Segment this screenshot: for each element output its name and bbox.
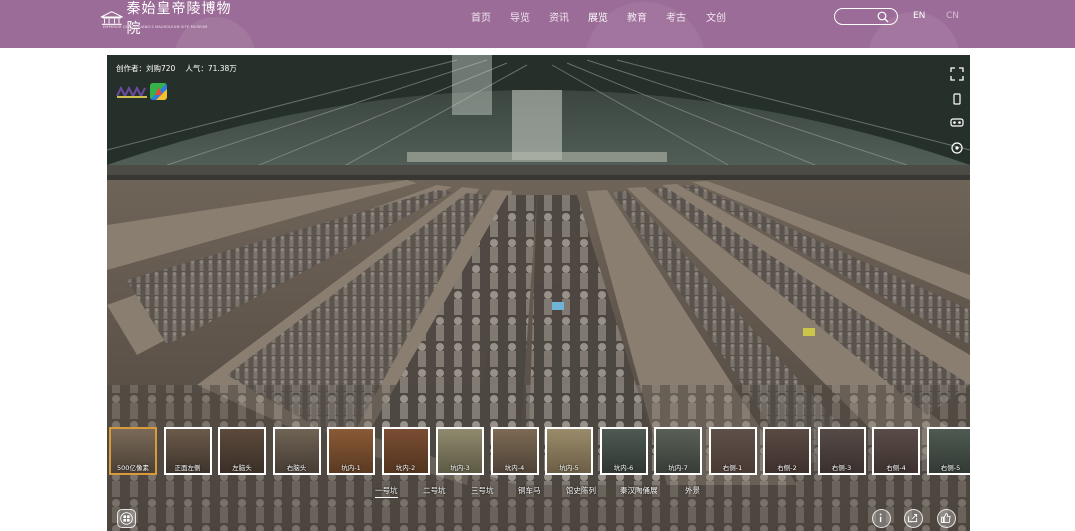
creator-label: 创作者：刘购720 <box>116 64 176 73</box>
nav-exhibition[interactable]: 展览 <box>588 9 608 24</box>
scene-thumbnail-label: 500亿像素 <box>117 464 149 472</box>
scene-thumbnail[interactable]: 坑内-3 <box>436 427 484 475</box>
fullscreen-icon[interactable] <box>950 67 964 81</box>
lang-cn-button[interactable]: CN <box>946 11 959 21</box>
scene-thumbnail-label: 右侧-5 <box>940 464 961 472</box>
scene-thumbnail[interactable]: 正面左侧 <box>163 427 212 475</box>
scene-thumbnail-label: 坑内-1 <box>341 464 361 472</box>
lang-en-button[interactable]: EN <box>913 11 925 21</box>
vr-mode-icon[interactable] <box>950 115 964 129</box>
logo-title: 秦始皇帝陵博物院 <box>126 1 232 37</box>
scene-thumbnail[interactable]: 右侧-3 <box>817 427 866 475</box>
scene-thumbnail-label: 右侧-4 <box>886 464 906 472</box>
scene-thumbnail[interactable]: 右侧-5 <box>926 427 970 475</box>
scene-thumbnail-label: 右侧-3 <box>831 464 852 472</box>
scene-thumbnail[interactable]: 右侧-1 <box>708 427 757 475</box>
scene-list-button[interactable] <box>117 509 136 528</box>
scene-group-tabs: 一号坑 二号坑 三号坑 铜车马 馆史陈列 秦汉陶俑展 外景 <box>107 485 970 499</box>
scene-thumbnail-label: 坑内-7 <box>668 464 688 472</box>
group-tab-bronze-chariots[interactable]: 铜车马 <box>518 485 541 496</box>
group-tab-qin-han-figurines[interactable]: 秦汉陶俑展 <box>620 485 658 496</box>
scene-thumbnail[interactable]: 坑内-6 <box>599 427 648 475</box>
search-icon[interactable] <box>877 11 889 23</box>
group-tab-pit-2[interactable]: 二号坑 <box>423 485 446 496</box>
share-button[interactable] <box>904 509 923 528</box>
panorama-viewer[interactable]: 创作者：刘购720 人气：71.38万 500亿像素 正面左侧 左脑头 右脑头 坑内-1 坑… <box>107 55 970 531</box>
map-app-icon[interactable] <box>150 83 167 100</box>
scene-thumbnail[interactable]: 坑内-2 <box>381 427 430 475</box>
scene-thumbnail[interactable]: 左脑头 <box>218 427 266 475</box>
scene-thumbnail[interactable]: 右侧-2 <box>763 427 811 475</box>
creator-info: 创作者：刘购720 人气：71.38万 <box>116 63 237 74</box>
scene-thumbnail[interactable]: 500亿像素 <box>109 427 157 475</box>
scene-thumbnail-label: 正面左侧 <box>174 464 201 472</box>
scene-thumbnail-label: 坑内-3 <box>450 464 470 472</box>
scene-thumbnail-label: 坑内-4 <box>504 464 525 472</box>
scene-thumbnail[interactable]: 坑内-4 <box>490 427 539 475</box>
scene-thumbnail-label: 左脑头 <box>232 464 252 472</box>
nav-creative[interactable]: 文创 <box>706 9 726 24</box>
gyroscope-icon[interactable] <box>950 92 964 106</box>
brand-logo-icon[interactable] <box>115 85 149 99</box>
scene-thumbnail-strip: 500亿像素 正面左侧 左脑头 右脑头 坑内-1 坑内-2 坑内-3 坑内-4 坑内-5 坑内-6… <box>109 427 970 477</box>
info-icon <box>879 513 882 523</box>
location-icon[interactable] <box>950 141 964 155</box>
search-input[interactable] <box>834 8 898 25</box>
nav-archaeology[interactable]: 考古 <box>666 9 686 24</box>
scene-thumbnail-label: 坑内-6 <box>613 464 634 472</box>
nav-education[interactable]: 教育 <box>627 9 647 24</box>
scene-thumbnail-label: 右侧-1 <box>722 464 743 472</box>
scene-thumbnail-label: 坑内-2 <box>395 464 416 472</box>
group-tab-exterior[interactable]: 外景 <box>685 485 700 496</box>
thumbs-up-icon <box>941 513 951 523</box>
logo-subtitle: EMPEROR QINSHIHUANG'S MAUSOLEUM SITE MUS… <box>103 25 208 29</box>
scene-thumbnail-label: 右脑头 <box>286 464 307 472</box>
info-button[interactable] <box>872 509 891 528</box>
scene-thumbnail[interactable]: 坑内-7 <box>654 427 702 475</box>
nav-news[interactable]: 资讯 <box>549 9 569 24</box>
scene-thumbnail-label: 坑内-5 <box>559 464 579 472</box>
site-header: 秦始皇帝陵博物院 EMPEROR QINSHIHUANG'S MAUSOLEUM… <box>0 0 1075 48</box>
like-button[interactable] <box>937 509 956 528</box>
scene-thumbnail[interactable]: 右脑头 <box>272 427 321 475</box>
scene-thumbnail[interactable]: 坑内-5 <box>545 427 593 475</box>
group-tab-pit-1[interactable]: 一号坑 <box>375 485 398 498</box>
group-tab-pit-3[interactable]: 三号坑 <box>471 485 494 496</box>
temple-icon <box>100 11 123 25</box>
scene-thumbnail[interactable]: 右侧-4 <box>872 427 920 475</box>
scene-thumbnail[interactable]: 坑内-1 <box>327 427 375 475</box>
popularity-label: 人气：71.38万 <box>185 64 237 73</box>
nav-guide[interactable]: 导览 <box>510 9 530 24</box>
group-tab-museum-history[interactable]: 馆史陈列 <box>566 485 596 496</box>
nav-home[interactable]: 首页 <box>471 9 491 24</box>
grid-icon <box>120 512 133 525</box>
share-icon <box>908 514 918 523</box>
scene-thumbnail-label: 右侧-2 <box>777 464 797 472</box>
